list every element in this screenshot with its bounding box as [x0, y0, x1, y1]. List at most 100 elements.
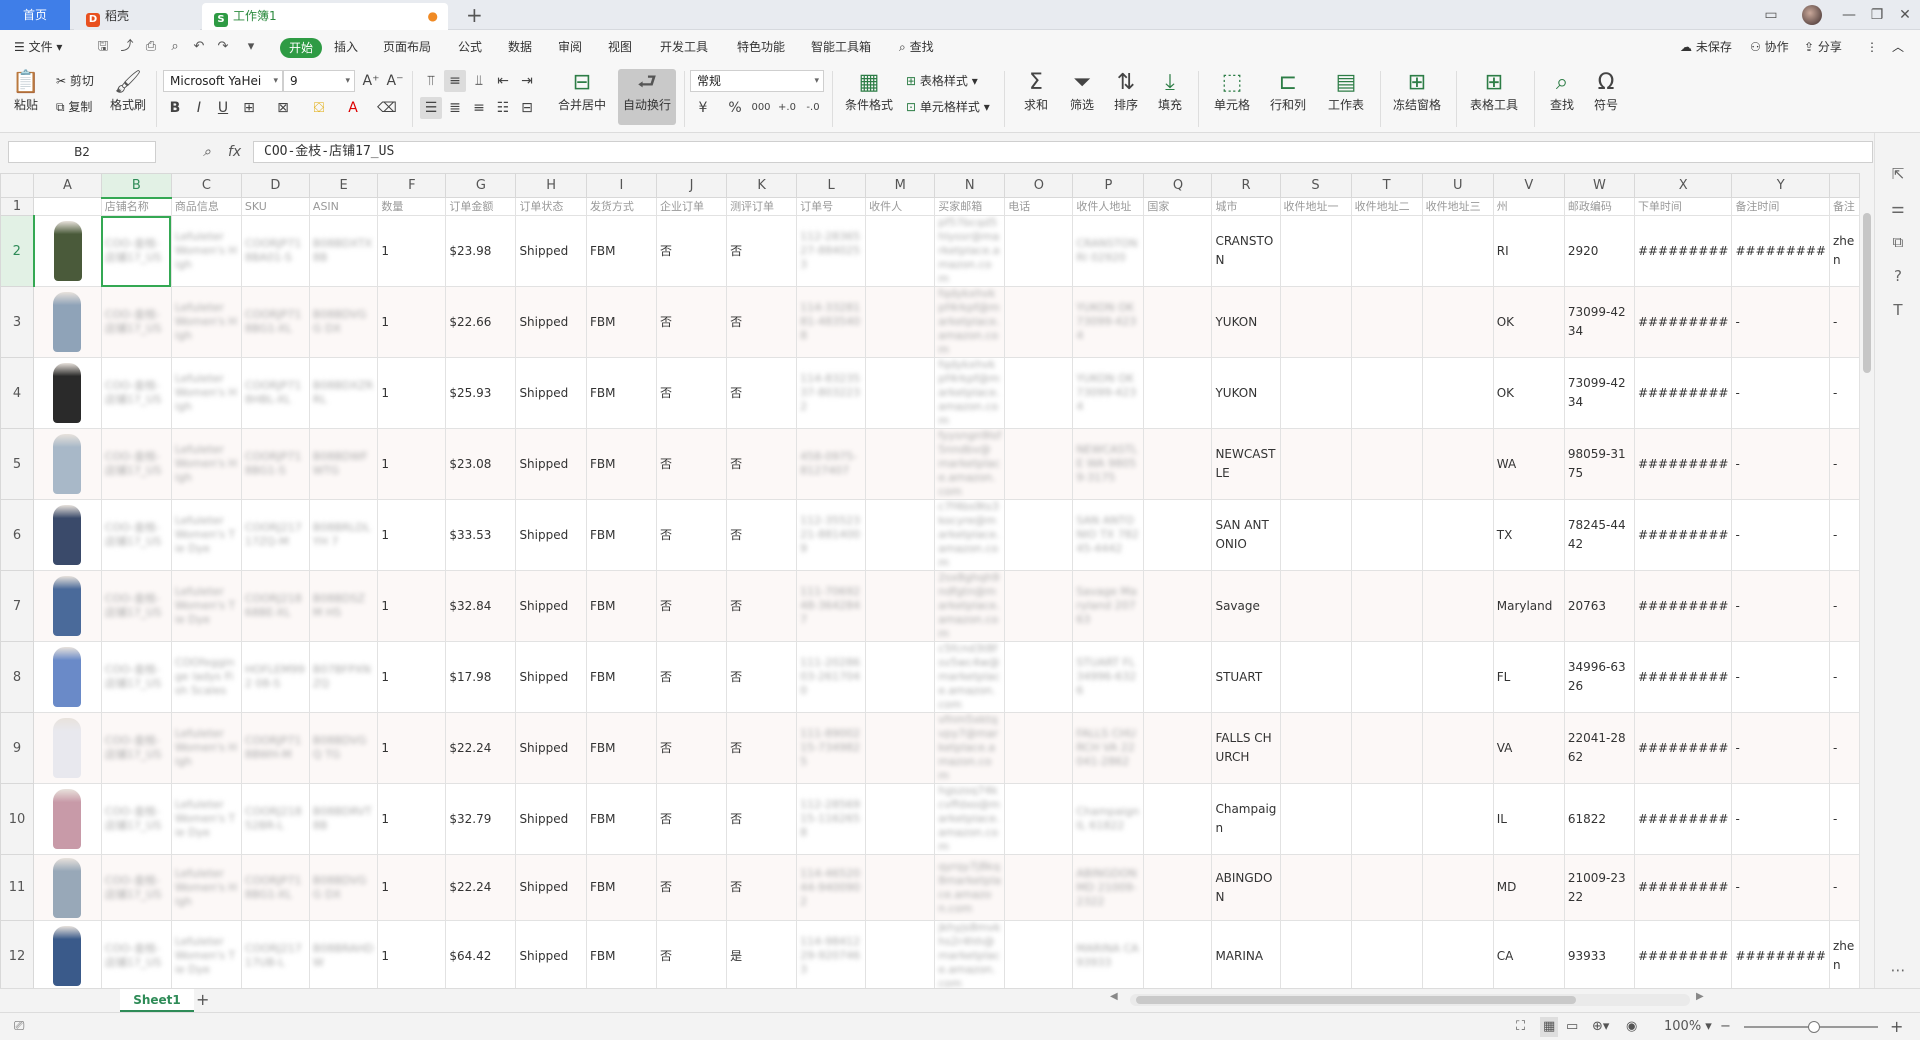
cell-review[interactable]: 否	[726, 428, 798, 500]
cell-order[interactable]: 112-2856915-1162658	[796, 783, 867, 855]
cell-ship[interactable]: FBM	[585, 357, 658, 429]
distribute-icon[interactable]: ⊟	[516, 97, 538, 119]
empty-cell[interactable]	[1004, 570, 1074, 642]
row-header[interactable]: 4	[0, 357, 35, 429]
cell-city[interactable]: STUART	[1211, 641, 1281, 713]
empty-cell[interactable]	[1421, 570, 1494, 642]
symbol-button[interactable]: Ω 符号	[1586, 69, 1626, 113]
cell-sku[interactable]: COORJ217 17UB-L	[240, 920, 310, 988]
cell-state[interactable]: MD	[1492, 854, 1565, 921]
cell-ship[interactable]: FBM	[585, 570, 658, 642]
name-box[interactable]: B2	[8, 141, 156, 163]
row-col-button[interactable]: ⊏ 行和列	[1262, 69, 1314, 113]
column-header[interactable]: P	[1072, 173, 1145, 198]
cell-product[interactable]: Lefuleter Women's Tie Dye	[170, 783, 242, 855]
page-layout-view-icon[interactable]: ▭	[1566, 1017, 1578, 1037]
font-size-select[interactable]: 9 ▾	[283, 70, 355, 92]
cell-review[interactable]: 否	[726, 783, 798, 855]
avatar[interactable]	[1802, 5, 1822, 25]
formula-input[interactable]: COO-金枝-店铺17_US	[253, 141, 1873, 163]
header-cell[interactable]: 收件地址三	[1421, 197, 1494, 216]
header-cell[interactable]: 订单状态	[515, 197, 587, 216]
cell-t2[interactable]: #########	[1731, 920, 1830, 988]
cell-state[interactable]: VA	[1492, 712, 1565, 784]
column-header[interactable]: Q	[1143, 173, 1213, 198]
tab-home[interactable]: 首页	[0, 0, 70, 30]
save-icon[interactable]: 🖫	[94, 38, 112, 56]
cell-note[interactable]: -	[1828, 357, 1860, 429]
adjust-icon[interactable]: ⚌	[1887, 197, 1909, 219]
cell-shop[interactable]: COO-金枝-店铺17_US	[100, 428, 172, 500]
row-header[interactable]: 11	[0, 854, 35, 921]
column-header[interactable]: T	[1350, 173, 1423, 198]
fill-button[interactable]: ⤓ 填充	[1150, 69, 1190, 113]
cell-note[interactable]: -	[1828, 712, 1860, 784]
cell-review[interactable]: 否	[726, 570, 798, 642]
scroll-right-icon[interactable]: ▶	[1696, 991, 1704, 1002]
cell-shop[interactable]: COO-金枝-店铺17_US	[100, 286, 172, 358]
empty-cell[interactable]	[1350, 428, 1423, 500]
align-top-icon[interactable]: ⫪	[420, 70, 442, 92]
scrollbar-thumb[interactable]	[1863, 213, 1871, 373]
horizontal-scrollbar[interactable]	[1130, 994, 1690, 1006]
header-cell[interactable]: 订单号	[796, 197, 867, 216]
cell-addr[interactable]: SAN ANTONIO TX 78245-4442	[1072, 499, 1145, 571]
worksheet-button[interactable]: ▤ 工作表	[1320, 69, 1372, 113]
cell-review[interactable]: 否	[726, 357, 798, 429]
cell-status[interactable]: Shipped	[515, 428, 587, 500]
cell-addr[interactable]: CRANSTON RI 02920	[1072, 215, 1145, 287]
empty-cell[interactable]	[1279, 215, 1352, 287]
column-header[interactable]: V	[1492, 173, 1565, 198]
cell-addr[interactable]: YUKON OK 73099-4234	[1072, 357, 1145, 429]
cell-review[interactable]: 否	[726, 712, 798, 784]
empty-cell[interactable]	[865, 570, 936, 642]
column-header[interactable]: K	[726, 173, 798, 198]
cell-biz[interactable]: 否	[655, 357, 728, 429]
cell-sku[interactable]: COORJP71 8BG1-XL	[240, 854, 310, 921]
header-cell[interactable]: 收件人地址	[1072, 197, 1145, 216]
cell-product[interactable]: Lefuleter Women's High	[170, 357, 242, 429]
conditional-format-button[interactable]: ▦ 条件格式	[840, 69, 898, 113]
empty-cell[interactable]	[865, 920, 936, 988]
empty-cell[interactable]	[1143, 215, 1213, 287]
column-header[interactable]: I	[585, 173, 658, 198]
column-header[interactable]: F	[377, 173, 447, 198]
cell-email[interactable]: vfnm5xktqvpy7@marketplace.amazon.com	[934, 712, 1006, 784]
decimal-increase-icon[interactable]: +.0	[776, 97, 798, 119]
empty-cell[interactable]	[1350, 712, 1423, 784]
cell-review[interactable]: 否	[726, 641, 798, 713]
cell-status[interactable]: Shipped	[515, 499, 587, 571]
number-format-select[interactable]: 常规 ▾	[690, 70, 824, 92]
cell-t1[interactable]: #########	[1633, 641, 1733, 713]
customize-icon[interactable]: ▾	[242, 38, 260, 56]
cell-asin[interactable]: B08BDWF WTG	[308, 428, 379, 500]
cell-status[interactable]: Shipped	[515, 920, 587, 988]
empty-cell[interactable]	[1143, 854, 1213, 921]
cell-addr[interactable]: STUART FL 34996-6326	[1072, 641, 1145, 713]
cell-button[interactable]: ⬚ 单元格	[1206, 69, 1258, 113]
print-icon[interactable]: ⎙	[142, 38, 160, 56]
cell-sku[interactable]: COORJ217 17ZQ-M	[240, 499, 310, 571]
column-header[interactable]: R	[1211, 173, 1281, 198]
cell-ship[interactable]: FBM	[585, 641, 658, 713]
cell-ship[interactable]: FBM	[585, 499, 658, 571]
cell-state[interactable]: IL	[1492, 783, 1565, 855]
font-grow-icon[interactable]: A⁺	[360, 70, 382, 92]
empty-cell[interactable]	[1004, 357, 1074, 429]
empty-cell[interactable]	[1350, 499, 1423, 571]
empty-cell[interactable]	[1350, 783, 1423, 855]
cell-order[interactable]: 114-8323537-8032232	[796, 357, 867, 429]
merge-center-button[interactable]: ⊟ 合并居中	[552, 69, 612, 113]
cell-email[interactable]: jkhyjs8mvkhs2r4hh@marketplace.amazon.com	[934, 920, 1006, 988]
cell-status[interactable]: Shipped	[515, 570, 587, 642]
cell-t1[interactable]: #########	[1633, 286, 1733, 358]
empty-cell[interactable]	[1350, 920, 1423, 988]
empty-cell[interactable]	[1143, 641, 1213, 713]
filter-button[interactable]: ⏷ 筛选	[1062, 69, 1102, 113]
cell-state[interactable]: OK	[1492, 286, 1565, 358]
column-header[interactable]: B	[100, 173, 172, 199]
cell-sku[interactable]: COORJP71 8HBL-XL	[240, 357, 310, 429]
cell-amount[interactable]: $22.24	[445, 712, 517, 784]
auto-wrap-button[interactable]: ⮐ 自动换行	[618, 69, 676, 125]
cell-sku[interactable]: COORJP71 8BG1-S	[240, 428, 310, 500]
